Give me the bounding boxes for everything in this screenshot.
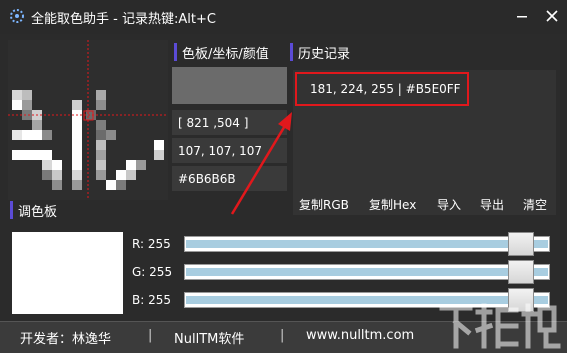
title-bar[interactable]: 全能取色助手 - 记录热键:Alt+C [0, 0, 567, 34]
history-list[interactable]: 181, 224, 255 | #B5E0FF [293, 70, 556, 215]
history-header: 历史记录 [290, 42, 350, 62]
app-icon [9, 8, 25, 24]
copy-hex-button[interactable]: 复制Hex [369, 196, 416, 213]
watermark-logo [439, 303, 561, 349]
website-link[interactable]: www.nulltm.com [306, 328, 414, 343]
magnifier-view [8, 40, 168, 200]
accent-bar [290, 43, 293, 61]
green-channel-label: G: 255 [132, 265, 173, 279]
rgb-field[interactable]: 107, 107, 107 [172, 138, 287, 163]
red-channel-label: R: 255 [132, 237, 171, 251]
coordinates-field[interactable]: [ 821 ,504 ] [172, 110, 287, 135]
minimize-button[interactable] [510, 4, 534, 28]
hex-field[interactable]: #6B6B6B [172, 166, 287, 191]
accent-bar [10, 201, 13, 219]
copy-rgb-button[interactable]: 复制RGB [299, 196, 349, 213]
color-panel-title: 色板/坐标/颜值 [182, 46, 269, 62]
green-slider[interactable] [184, 260, 550, 284]
clear-button[interactable]: 清空 [523, 196, 547, 213]
export-button[interactable]: 导出 [480, 196, 504, 213]
green-slider-thumb[interactable] [508, 260, 534, 284]
palette-header: 调色板 [10, 200, 57, 220]
current-color-swatch [172, 67, 287, 104]
palette-title: 调色板 [18, 204, 58, 220]
red-slider-fill [186, 240, 548, 248]
footer-separator: | [148, 328, 153, 343]
developer-credit: 开发者：林逸华 [20, 332, 112, 347]
history-title: 历史记录 [298, 46, 351, 62]
red-slider[interactable] [184, 232, 550, 256]
company-name: NullTM软件 [174, 332, 245, 347]
window-title: 全能取色助手 - 记录热键:Alt+C [31, 12, 216, 27]
color-panel-header: 色板/坐标/颜值 [174, 42, 269, 62]
close-button[interactable] [540, 4, 564, 28]
magnifier-pixels [8, 40, 168, 200]
import-button[interactable]: 导入 [437, 196, 461, 213]
blue-channel-label: B: 255 [132, 293, 172, 307]
history-entry[interactable]: 181, 224, 255 | #B5E0FF [295, 72, 469, 106]
palette-preview [12, 232, 123, 314]
accent-bar [174, 43, 177, 61]
green-slider-fill [186, 268, 548, 276]
footer-separator: | [280, 328, 285, 343]
red-slider-thumb[interactable] [508, 232, 534, 256]
